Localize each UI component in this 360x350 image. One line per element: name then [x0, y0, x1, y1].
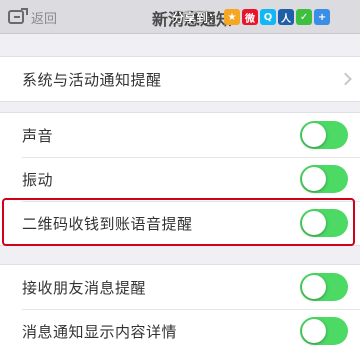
qq-icon[interactable]: Q	[260, 9, 277, 25]
more-share-icon[interactable]: +	[314, 9, 331, 25]
row-label: 消息通知显示内容详情	[22, 322, 178, 341]
sound-toggle[interactable]	[300, 121, 348, 149]
list-item-vibration: 振动	[0, 157, 360, 201]
row-label: 系统与活动通知提醒	[22, 70, 162, 89]
navigation-bar: 返回 新消息通知 分享到： ★ 微 Q 人 ✓ +	[0, 0, 360, 34]
row-label: 振动	[22, 170, 54, 189]
section-message-notifications: 接收朋友消息提醒 消息通知显示内容详情	[0, 264, 360, 350]
back-button[interactable]: 返回	[8, 5, 57, 29]
back-label: 返回	[31, 11, 58, 27]
row-label: 二维码收钱到账语音提醒	[22, 214, 193, 233]
toggle-knob	[302, 275, 326, 299]
list-item-sound: 声音	[0, 113, 360, 157]
toggle-knob	[302, 167, 326, 191]
row-label: 接收朋友消息提醒	[22, 278, 147, 297]
section-sound-vibration: 声音 振动 二维码收钱到账语音提醒	[0, 112, 360, 246]
toggle-knob	[302, 211, 326, 235]
list-item-friend-messages: 接收朋友消息提醒	[0, 265, 360, 309]
renren-icon[interactable]: 人	[278, 9, 295, 25]
list-item-qr-payment-voice: 二维码收钱到账语音提醒	[0, 201, 360, 245]
chevron-right-icon	[339, 72, 352, 86]
section-system-notifications: 系统与活动通知提醒	[0, 56, 360, 102]
list-item-message-details: 消息通知显示内容详情	[0, 309, 360, 350]
weibo-icon[interactable]: 微	[242, 9, 259, 25]
vibration-toggle[interactable]	[300, 165, 348, 193]
share-label: 分享到：	[172, 10, 221, 25]
toggle-knob	[302, 319, 326, 343]
wechat-icon[interactable]: ✓	[296, 9, 313, 25]
qr-payment-voice-toggle[interactable]	[300, 209, 348, 237]
qzone-icon[interactable]: ★	[224, 9, 241, 25]
toggle-knob	[302, 123, 326, 147]
share-bar: 分享到： ★ 微 Q 人 ✓ +	[172, 5, 331, 29]
list-item-system-activity[interactable]: 系统与活动通知提醒	[0, 57, 360, 101]
back-icon	[8, 8, 28, 26]
message-details-toggle[interactable]	[300, 317, 348, 345]
row-label: 声音	[22, 126, 54, 145]
friend-messages-toggle[interactable]	[300, 273, 348, 301]
